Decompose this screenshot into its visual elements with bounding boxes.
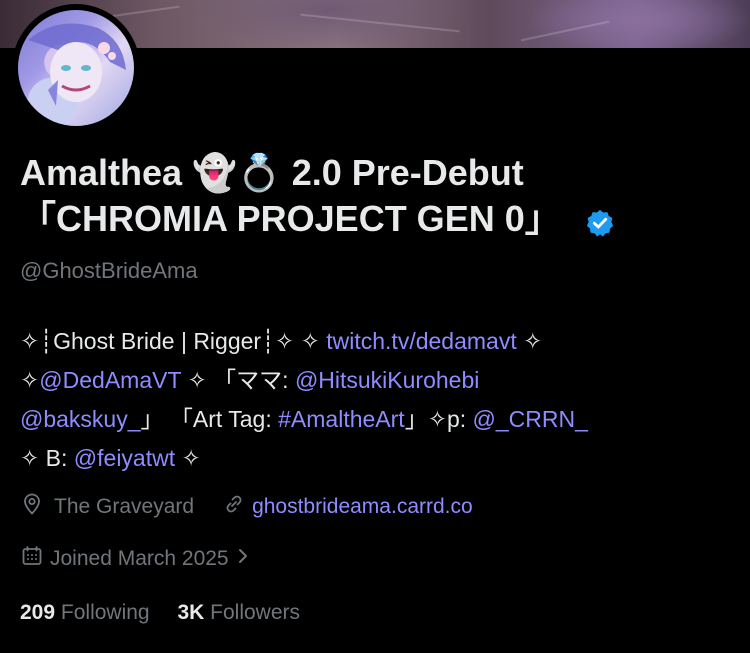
profile-meta-row: The Graveyard ghostbrideama.carrd.co (20, 492, 473, 522)
location-text: The Graveyard (54, 495, 195, 518)
following-link[interactable]: 209 Following (20, 601, 150, 624)
joined-row[interactable]: Joined March 2025 (20, 544, 251, 574)
followers-label: Followers (210, 601, 301, 624)
twitch-link[interactable]: twitch.tv/dedamavt (326, 328, 516, 354)
calendar-icon (20, 544, 44, 574)
followers-link[interactable]: 3K Followers (177, 601, 300, 624)
mention-dedamavt[interactable]: @DedAmaVT (39, 367, 181, 393)
mention-bakskuy[interactable]: @bakskuy_ (20, 406, 141, 432)
display-name-line2: 「CHROMIA PROJECT GEN 0」 (20, 198, 561, 239)
avatar-image (18, 10, 134, 126)
display-name: Amalthea 👻💍 2.0 Pre-Debut 「CHROMIA PROJE… (20, 150, 740, 242)
follow-stats: 209 Following 3K Followers (20, 601, 322, 625)
mention-hitsukikurohebi[interactable]: @HitsukiKurohebi (295, 367, 479, 393)
bio-text: ✧ 「ママ: (181, 367, 295, 393)
chevron-right-icon (235, 546, 251, 572)
profile-bio: ✧┊Ghost Bride | Rigger┊✧ ✧ twitch.tv/ded… (20, 322, 740, 478)
bio-text: 」✧p: (404, 406, 473, 432)
location-pin-icon (20, 492, 44, 522)
verified-badge-icon[interactable] (585, 203, 615, 238)
bio-text: 」 「Art Tag: (140, 406, 279, 432)
username-handle: @GhostBrideAma (20, 258, 198, 283)
bio-text: ✧ (20, 367, 40, 393)
mention-feiyatwt[interactable]: @feiyatwt (74, 445, 175, 471)
following-label: Following (60, 601, 150, 624)
display-name-line1: Amalthea 👻💍 2.0 Pre-Debut (20, 152, 524, 193)
bio-text: ✧┊Ghost Bride | Rigger┊✧ ✧ (20, 328, 327, 354)
website-link[interactable]: ghostbrideama.carrd.co (252, 495, 473, 519)
bio-text: ✧ (516, 328, 543, 354)
bio-text: ✧ B: (20, 445, 74, 471)
followers-count: 3K (177, 601, 205, 624)
hashtag-amaltheart[interactable]: #AmaltheArt (278, 406, 405, 432)
link-icon (222, 492, 246, 522)
joined-date: Joined March 2025 (50, 547, 229, 570)
bio-text: ✧ (175, 445, 201, 471)
profile-avatar[interactable] (12, 4, 140, 132)
following-count: 209 (20, 601, 56, 624)
mention-crrn[interactable]: @_CRRN_ (473, 406, 588, 432)
